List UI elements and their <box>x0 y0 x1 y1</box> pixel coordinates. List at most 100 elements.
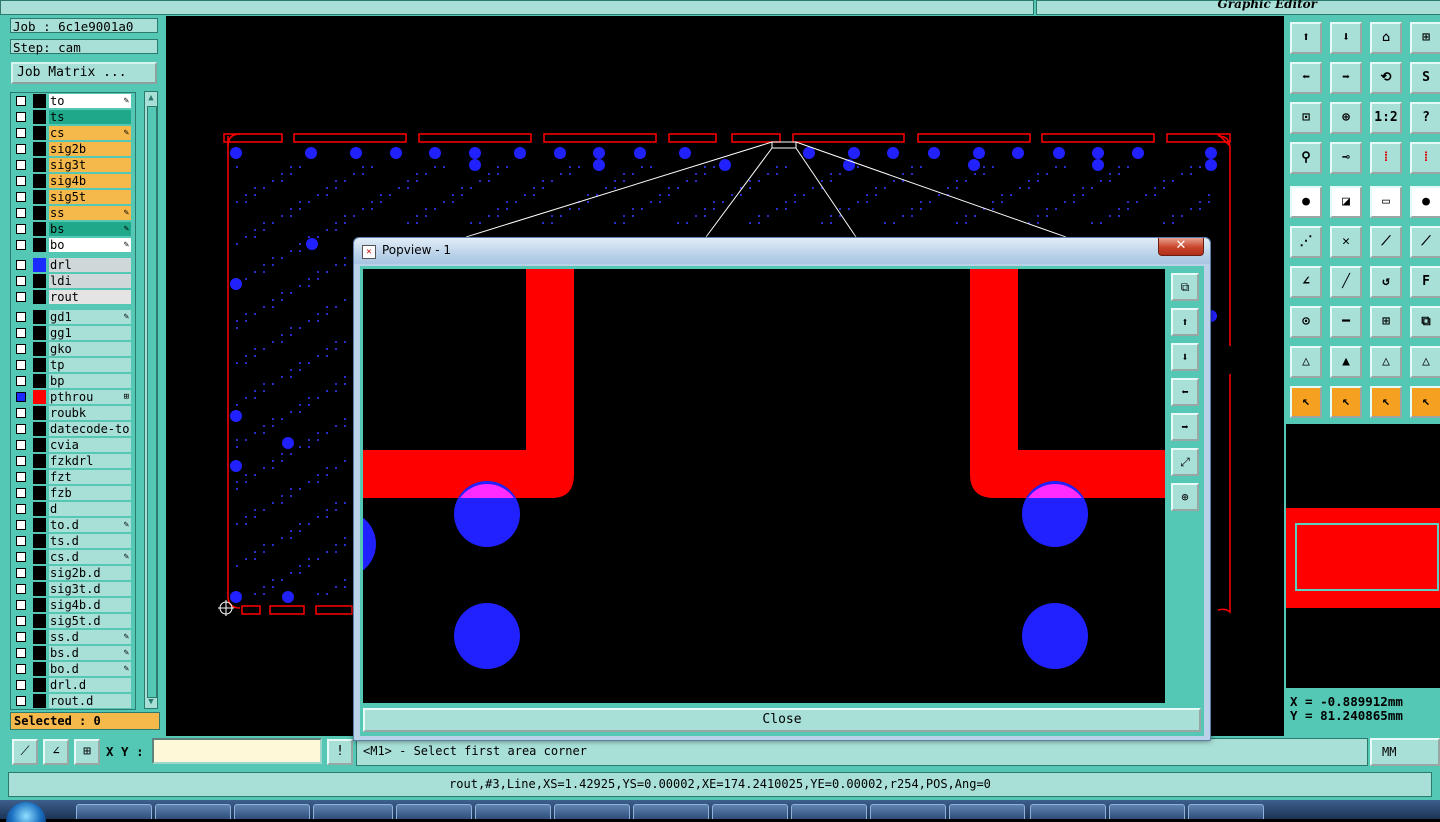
line-end-icon[interactable]: ⟋ <box>1410 226 1440 258</box>
layer-name[interactable]: fzkdrl <box>49 454 131 468</box>
layer-row-fzkdrl[interactable]: fzkdrl <box>11 453 135 469</box>
zoom-fit-icon[interactable]: ⊡ <box>1290 102 1322 134</box>
layer-color-swatch[interactable] <box>33 174 46 188</box>
layer-name[interactable]: drl.d <box>49 678 131 692</box>
layer-row-sig4b-d[interactable]: sig4b.d <box>11 597 135 613</box>
popview-canvas[interactable] <box>363 269 1165 703</box>
layer-checkbox[interactable] <box>16 208 26 218</box>
text-font-icon[interactable]: F <box>1410 266 1440 298</box>
layer-color-swatch[interactable] <box>33 110 46 124</box>
layer-checkbox[interactable] <box>16 328 26 338</box>
taskbar-item[interactable] <box>396 804 472 819</box>
layer-row-fzb[interactable]: fzb <box>11 485 135 501</box>
layer-checkbox[interactable] <box>16 568 26 578</box>
layer-checkbox[interactable] <box>16 696 26 706</box>
pan-right-icon[interactable]: ➡ <box>1171 413 1199 441</box>
layer-row-cvia[interactable]: cvia <box>11 437 135 453</box>
angle-icon[interactable]: ∠ <box>1290 266 1322 298</box>
layer-checkbox[interactable] <box>16 144 26 154</box>
layer-color-swatch[interactable] <box>33 502 46 516</box>
layer-row-bp[interactable]: bp <box>11 373 135 389</box>
layer-row-drl[interactable]: drl <box>11 257 135 273</box>
snap-angle-icon[interactable]: ∠ <box>43 739 69 765</box>
layer-row-roubk[interactable]: roubk <box>11 405 135 421</box>
net-highlight-alt-icon[interactable]: ⁞ <box>1410 142 1440 174</box>
layer-row-ss-d[interactable]: ss.d ✎ <box>11 629 135 645</box>
taskbar-item[interactable] <box>475 804 551 819</box>
snap-s-icon[interactable]: S <box>1410 62 1440 94</box>
taskbar-item[interactable] <box>76 804 152 819</box>
layer-name[interactable]: ss ✎ <box>49 206 131 220</box>
layer-checkbox[interactable] <box>16 408 26 418</box>
popview-window[interactable]: ✕ Popview - 1 ✕ ⧉ ⬆ ⬇ ⬅ ➡ ⤢ ⊕ Close <box>353 237 1211 741</box>
layer-checkbox[interactable] <box>16 488 26 498</box>
layer-checkbox[interactable] <box>16 600 26 610</box>
layer-name[interactable]: ldi <box>49 274 131 288</box>
layer-name[interactable]: d <box>49 502 131 516</box>
layer-name[interactable]: ts <box>49 110 131 124</box>
layer-checkbox[interactable] <box>16 260 26 270</box>
layer-row-gd1[interactable]: gd1 ✎ <box>11 309 135 325</box>
ruler-icon[interactable]: ▭ <box>1370 186 1402 218</box>
layer-name[interactable]: sig3t <box>49 158 131 172</box>
window-close-icon[interactable]: ✕ <box>1158 238 1204 256</box>
layer-row-ts-d[interactable]: ts.d <box>11 533 135 549</box>
layer-color-swatch[interactable] <box>33 326 46 340</box>
layer-row-sig5t[interactable]: sig5t <box>11 189 135 205</box>
layer-color-swatch[interactable] <box>33 406 46 420</box>
layer-name[interactable]: sig2b.d <box>49 566 131 580</box>
select-pointer-icon[interactable]: ↖ <box>1290 386 1322 418</box>
layer-color-swatch[interactable] <box>33 678 46 692</box>
triangle-outline-icon[interactable]: △ <box>1370 346 1402 378</box>
layer-name[interactable]: datecode-to <box>49 422 131 436</box>
layer-name[interactable]: ts.d <box>49 534 131 548</box>
xy-input[interactable] <box>152 738 322 764</box>
zoom-extents-icon[interactable]: ⧉ <box>1171 273 1199 301</box>
layer-row-cs-d[interactable]: cs.d ✎ <box>11 549 135 565</box>
layer-row-ldi[interactable]: ldi <box>11 273 135 289</box>
measure-tool-icon[interactable]: ⚲ <box>1290 142 1322 174</box>
scroll-down-icon[interactable]: ▼ <box>145 696 157 708</box>
layer-name[interactable]: sig3t.d <box>49 582 131 596</box>
popview-close-button[interactable]: Close <box>363 708 1201 732</box>
layer-name[interactable]: rout <box>49 290 131 304</box>
layer-color-swatch[interactable] <box>33 358 46 372</box>
layer-color-swatch[interactable] <box>33 694 46 708</box>
layer-checkbox[interactable] <box>16 160 26 170</box>
popview-titlebar[interactable]: ✕ Popview - 1 ✕ <box>354 238 1210 264</box>
taskbar-item[interactable] <box>1030 804 1106 819</box>
layer-name[interactable]: sig2b <box>49 142 131 156</box>
layer-row-bs[interactable]: bs ✎ <box>11 221 135 237</box>
layer-color-swatch[interactable] <box>33 566 46 580</box>
pan-left-icon[interactable]: ⬅ <box>1290 62 1322 94</box>
layer-name[interactable]: sig4b.d <box>49 598 131 612</box>
layer-row-gko[interactable]: gko <box>11 341 135 357</box>
select-net-icon[interactable]: ↖ <box>1410 386 1440 418</box>
key-icon[interactable]: ⊸ <box>1330 142 1362 174</box>
cross-icon[interactable]: ✕ <box>1330 226 1362 258</box>
layer-name[interactable]: sig5t <box>49 190 131 204</box>
pan-right-icon[interactable]: ➡ <box>1330 62 1362 94</box>
pad-dot-icon[interactable]: ● <box>1410 186 1440 218</box>
layer-name[interactable]: rout.d <box>49 694 131 708</box>
home-icon[interactable]: ⌂ <box>1370 22 1402 54</box>
taskbar-item[interactable] <box>1109 804 1185 819</box>
layer-color-swatch[interactable] <box>33 582 46 596</box>
taskbar-item[interactable] <box>949 804 1025 819</box>
layer-name[interactable]: sig4b <box>49 174 131 188</box>
pan-down-icon[interactable]: ⬇ <box>1171 343 1199 371</box>
layer-color-swatch[interactable] <box>33 374 46 388</box>
view-split-icon[interactable]: ⊞ <box>1410 22 1440 54</box>
layer-color-swatch[interactable] <box>33 470 46 484</box>
layer-row-sig2b-d[interactable]: sig2b.d <box>11 565 135 581</box>
layer-name[interactable]: fzb <box>49 486 131 500</box>
layer-checkbox[interactable] <box>16 472 26 482</box>
layer-name[interactable]: cs.d ✎ <box>49 550 131 564</box>
layer-checkbox[interactable] <box>16 376 26 386</box>
taskbar-item[interactable] <box>870 804 946 819</box>
triangle-icon[interactable]: △ <box>1290 346 1322 378</box>
layer-checkbox[interactable] <box>16 96 26 106</box>
layer-row-bo-d[interactable]: bo.d ✎ <box>11 661 135 677</box>
zoom-center-icon[interactable]: ⊕ <box>1330 102 1362 134</box>
layer-color-swatch[interactable] <box>33 422 46 436</box>
